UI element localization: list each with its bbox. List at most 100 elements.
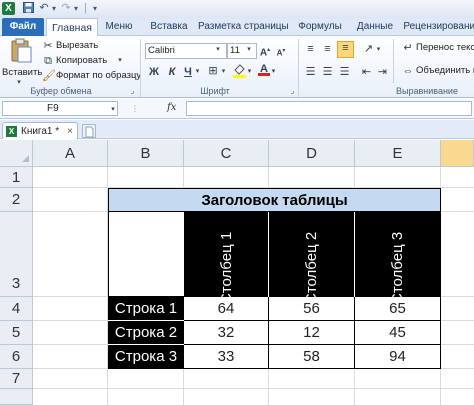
italic-button[interactable]: К: [166, 66, 178, 78]
data-cell[interactable]: 64: [184, 297, 269, 321]
chevron-down-icon[interactable]: ▾: [245, 44, 253, 56]
align-right-icon[interactable]: ☰: [338, 66, 351, 78]
empty-corner-cell[interactable]: [108, 212, 184, 297]
redo-icon[interactable]: ↷: [60, 2, 72, 15]
close-icon[interactable]: ×: [67, 125, 73, 138]
align-middle-icon[interactable]: ≡: [321, 43, 334, 55]
copy-button[interactable]: Копировать: [56, 55, 107, 67]
name-box[interactable]: F9: [2, 101, 118, 116]
column-header-d[interactable]: D: [269, 140, 355, 167]
fill-color-icon[interactable]: [232, 64, 246, 81]
row-header-6[interactable]: 6: [0, 345, 33, 369]
dropdown-arrow-icon[interactable]: ▾: [246, 66, 253, 78]
row-header-3[interactable]: 3: [0, 212, 33, 297]
ribbon: Вставить ▾ ✂ Вырезать ⧉ Копировать ▾ 🖌 Ф…: [0, 36, 474, 98]
column-header-cell[interactable]: Столбец 1: [184, 212, 269, 304]
wrap-text-button[interactable]: Перенос текста: [416, 42, 474, 54]
shrink-font-icon[interactable]: A▾: [275, 45, 287, 60]
tab-file[interactable]: Файл: [2, 18, 44, 36]
undo-icon[interactable]: ↶: [38, 2, 50, 15]
dropdown-arrow-icon[interactable]: ▾: [194, 66, 201, 78]
dropdown-arrow-icon[interactable]: ▾: [375, 44, 382, 56]
scissors-icon[interactable]: ✂: [42, 40, 54, 52]
format-painter-button[interactable]: Формат по образцу: [56, 70, 141, 82]
tab-page-layout[interactable]: Разметка страницы: [198, 18, 289, 36]
column-header-e[interactable]: E: [355, 140, 441, 167]
underline-button[interactable]: Ч: [182, 66, 194, 78]
row-header-2[interactable]: 2: [0, 188, 33, 212]
wrap-text-icon[interactable]: ↵: [402, 42, 414, 54]
row-label-cell[interactable]: Строка 2: [108, 321, 184, 345]
row-header-5[interactable]: 5: [0, 321, 33, 345]
cut-button[interactable]: Вырезать: [56, 40, 98, 52]
row-header-1[interactable]: 1: [0, 167, 33, 188]
dropdown-arrow-icon[interactable]: ▾: [220, 66, 227, 78]
data-cell[interactable]: 12: [269, 321, 355, 345]
decrease-indent-icon[interactable]: ⇤: [360, 66, 373, 78]
paste-icon[interactable]: [8, 38, 34, 64]
grow-font-icon[interactable]: A▴: [259, 44, 271, 59]
customize-qat-icon[interactable]: ▾: [90, 2, 100, 15]
bold-button[interactable]: Ж: [148, 66, 160, 78]
formula-input[interactable]: [186, 101, 472, 116]
column-header-f[interactable]: [441, 140, 474, 167]
data-cell[interactable]: 45: [355, 321, 441, 345]
row-label-cell[interactable]: Строка 3: [108, 345, 184, 369]
format-painter-icon[interactable]: 🖌: [42, 70, 56, 82]
align-bottom-icon[interactable]: ≡: [337, 41, 354, 58]
align-center-icon[interactable]: ☰: [321, 66, 334, 78]
worksheet-grid[interactable]: A B C D E 1 2 3 4 5 6 7 Заголовок таблиц…: [0, 140, 474, 405]
tab-home[interactable]: Главная: [46, 18, 98, 38]
data-cell[interactable]: 56: [269, 297, 355, 321]
save-icon[interactable]: [22, 2, 34, 15]
workbook-tab[interactable]: X Книга1 * ×: [2, 122, 78, 139]
chevron-down-icon[interactable]: ▾: [109, 104, 117, 116]
merge-center-icon[interactable]: ⇔: [402, 65, 414, 77]
column-header-cell[interactable]: Столбец 2: [269, 212, 355, 304]
align-top-icon[interactable]: ≡: [304, 43, 317, 55]
column-header-a[interactable]: A: [33, 140, 108, 167]
clipboard-group-label: Буфер обмена: [30, 86, 92, 96]
row-header-8[interactable]: [0, 389, 33, 405]
splitter-handle[interactable]: ⋮: [131, 105, 139, 113]
insert-function-icon[interactable]: fx: [167, 101, 183, 115]
font-color-icon[interactable]: A: [258, 63, 270, 76]
copy-icon[interactable]: ⧉: [42, 55, 54, 67]
tab-review[interactable]: Рецензирование: [402, 18, 474, 36]
column-header-b[interactable]: B: [108, 140, 184, 167]
gridline: [33, 388, 474, 389]
dialog-launcher-icon[interactable]: ⌟: [288, 86, 297, 98]
align-left-icon[interactable]: ☰: [304, 66, 317, 78]
ribbon-tabs: Файл Главная Меню Вставка Разметка стран…: [0, 18, 474, 38]
workbook-tab-label: Книга1 *: [21, 126, 60, 137]
chevron-down-icon[interactable]: ▾: [214, 44, 222, 56]
column-header-c[interactable]: C: [184, 140, 269, 167]
increase-indent-icon[interactable]: ⇥: [376, 66, 389, 78]
data-cell[interactable]: 65: [355, 297, 441, 321]
tab-menu[interactable]: Меню: [98, 18, 140, 36]
data-cell[interactable]: 58: [269, 345, 355, 369]
column-header-cell[interactable]: Столбец 3: [355, 212, 441, 304]
dialog-launcher-icon[interactable]: ⌟: [128, 86, 137, 98]
excel-logo-icon[interactable]: X: [2, 2, 15, 15]
column-header-text: Столбец 1: [218, 231, 235, 304]
borders-icon[interactable]: ⊞: [206, 65, 220, 77]
tab-formulas[interactable]: Формулы: [292, 18, 348, 36]
dropdown-arrow-icon[interactable]: ▾: [116, 55, 124, 67]
orientation-icon[interactable]: ↗: [362, 43, 375, 55]
dropdown-arrow-icon[interactable]: ▾: [270, 66, 277, 78]
merge-center-button[interactable]: Объединить и: [416, 65, 474, 77]
row-label-cell[interactable]: Строка 1: [108, 297, 184, 321]
tab-insert[interactable]: Вставка: [144, 18, 194, 36]
data-cell[interactable]: 94: [355, 345, 441, 369]
data-cell[interactable]: 32: [184, 321, 269, 345]
dropdown-arrow-icon[interactable]: ▾: [72, 2, 80, 15]
data-cell[interactable]: 33: [184, 345, 269, 369]
dropdown-arrow-icon[interactable]: ▾: [50, 2, 58, 15]
row-header-4[interactable]: 4: [0, 297, 33, 321]
new-workbook-tab-icon[interactable]: [82, 124, 96, 138]
row-header-7[interactable]: 7: [0, 369, 33, 389]
group-separator: [393, 39, 394, 83]
tab-data[interactable]: Данные: [352, 18, 398, 36]
select-all-corner[interactable]: [0, 140, 33, 167]
